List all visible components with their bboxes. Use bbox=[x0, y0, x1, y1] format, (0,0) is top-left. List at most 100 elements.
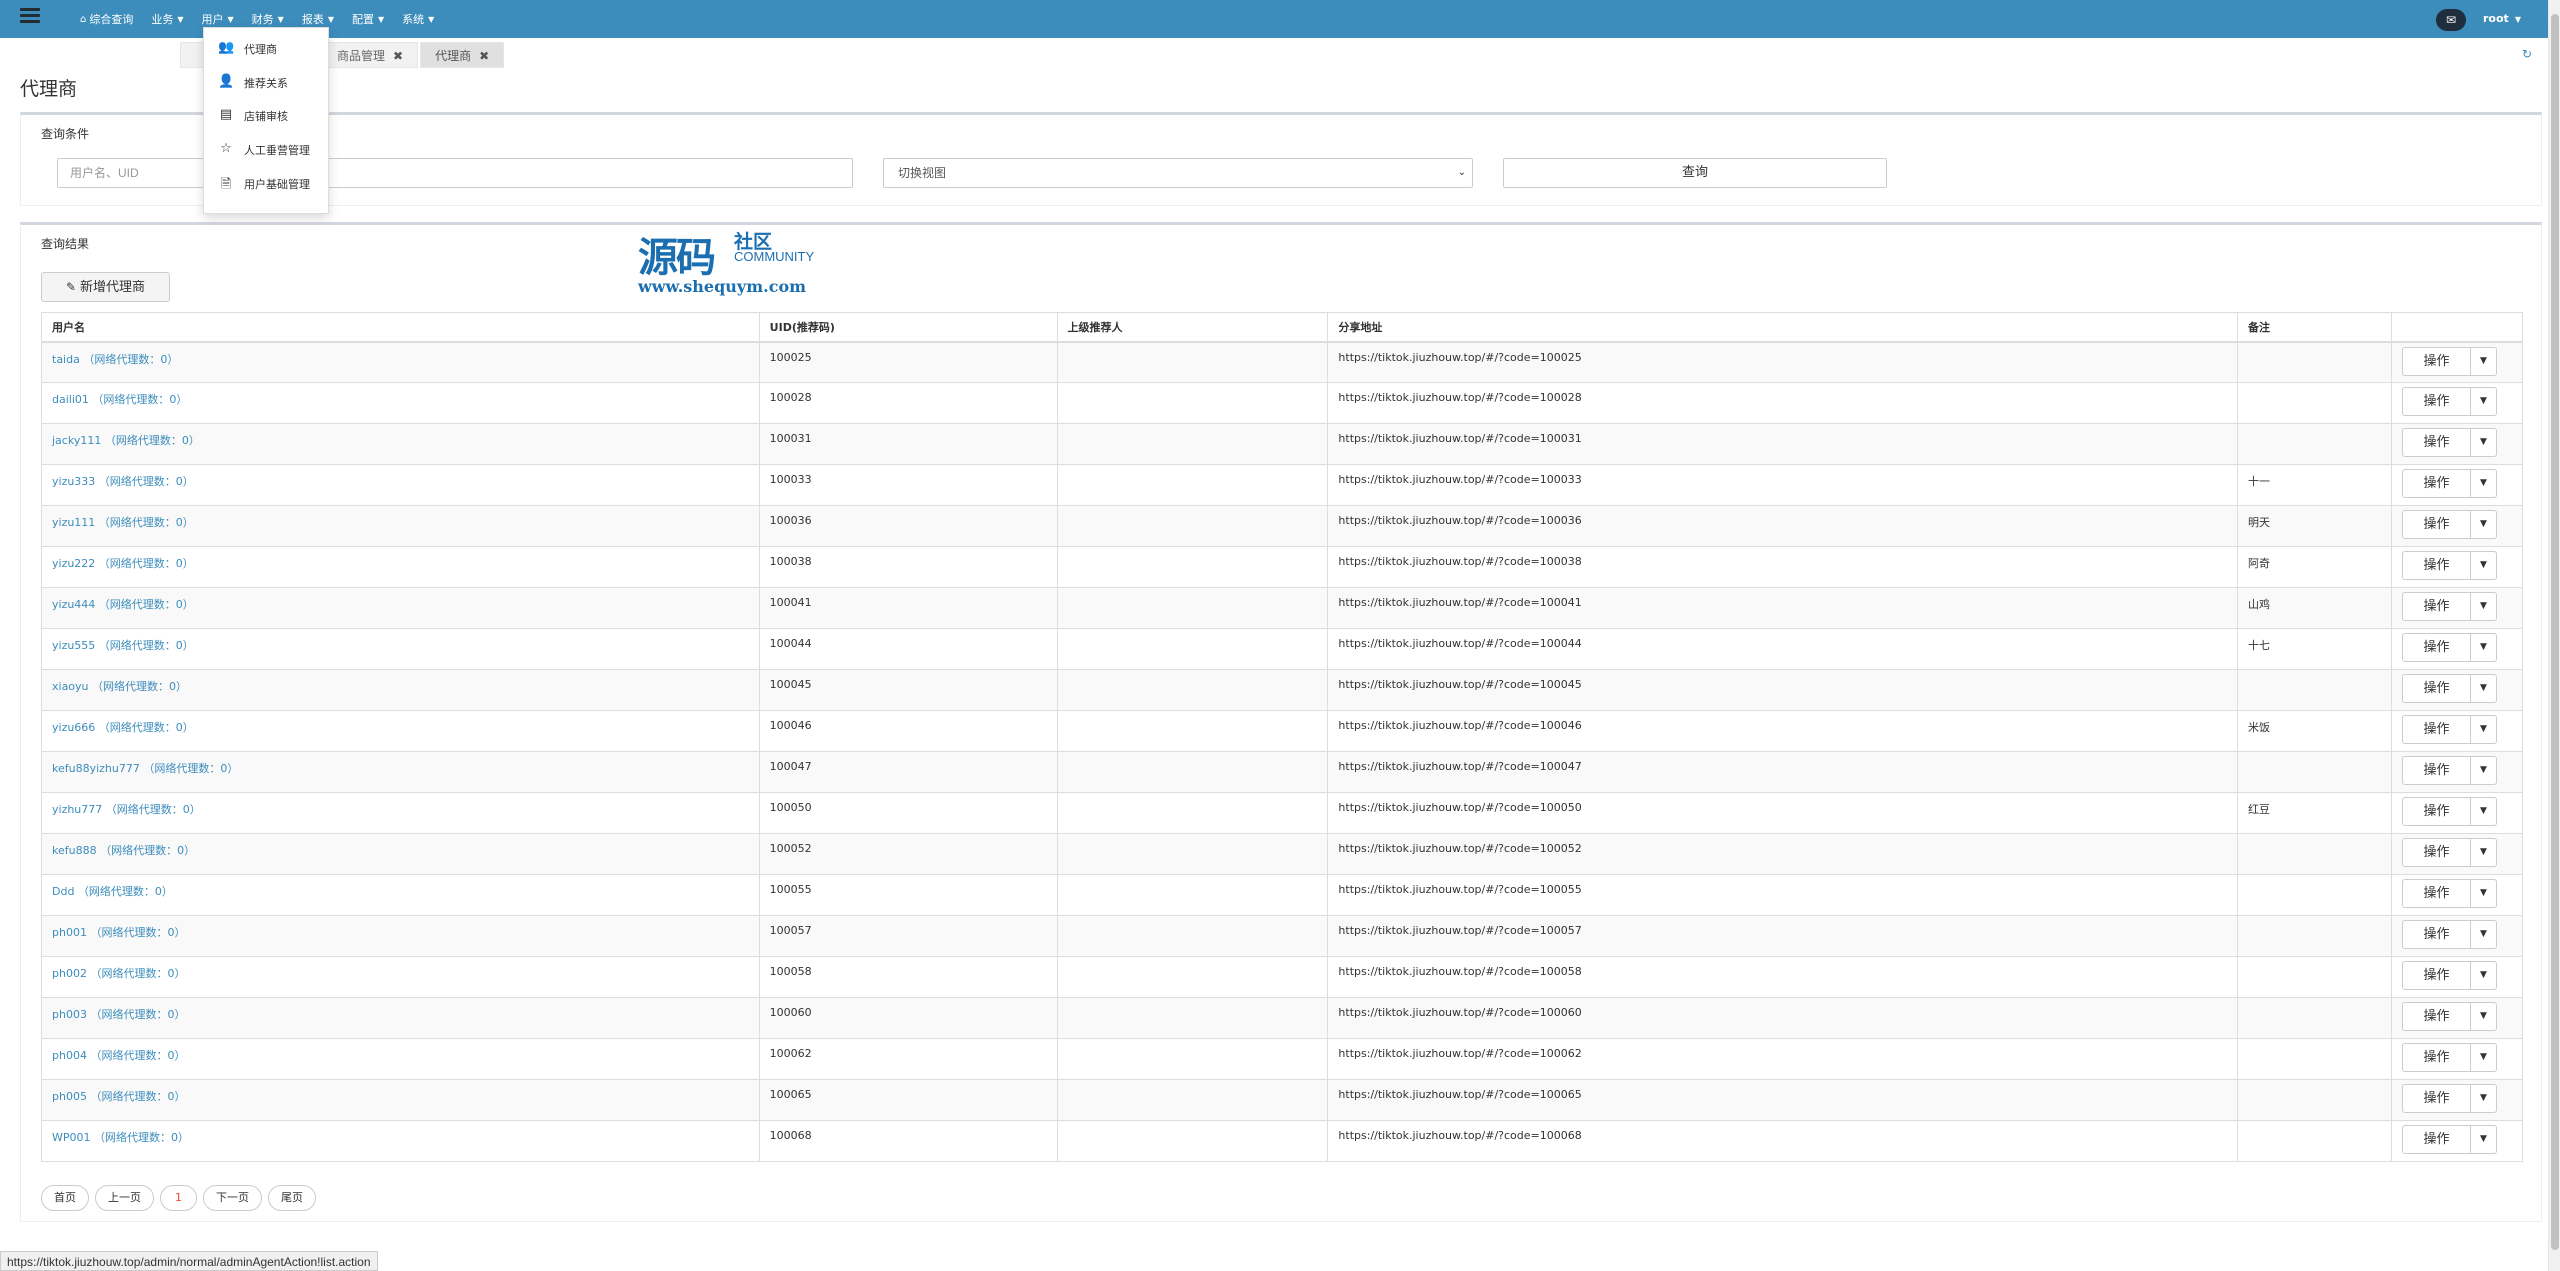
cell-username: yizu111 （网络代理数：0） bbox=[41, 505, 760, 547]
nav-item-finance[interactable]: 财务 ▼ bbox=[252, 11, 284, 27]
action-button[interactable]: 操作 bbox=[2401, 797, 2471, 826]
action-button[interactable]: 操作 bbox=[2401, 1084, 2471, 1113]
username-link[interactable]: ph001 （网络代理数：0） bbox=[52, 926, 185, 939]
username-link[interactable]: yizu666 （网络代理数：0） bbox=[52, 721, 194, 734]
username-link[interactable]: xiaoyu （网络代理数：0） bbox=[52, 680, 187, 693]
sidebar-toggle-icon[interactable] bbox=[20, 8, 40, 24]
username-link[interactable]: yizu111 （网络代理数：0） bbox=[52, 516, 194, 529]
action-button[interactable]: 操作 bbox=[2401, 920, 2471, 949]
tab-product-management[interactable]: 商品管理 ✖ bbox=[322, 42, 419, 68]
caret-down-icon[interactable]: ▼ bbox=[2470, 920, 2497, 949]
menu-item-shop-review[interactable]: ▤ 店铺审核 bbox=[204, 101, 330, 131]
caret-down-icon[interactable]: ▼ bbox=[2470, 1125, 2497, 1154]
caret-down-icon[interactable]: ▼ bbox=[2470, 592, 2497, 621]
caret-down-icon[interactable]: ▼ bbox=[2470, 469, 2497, 498]
nav-item-users[interactable]: 用户 ▼ bbox=[202, 11, 234, 27]
table-row: yizu444 （网络代理数：0） 100041 https://tiktok.ji… bbox=[41, 587, 2524, 629]
username-link[interactable]: yizu555 （网络代理数：0） bbox=[52, 639, 194, 652]
username-link[interactable]: ph005 （网络代理数：0） bbox=[52, 1090, 185, 1103]
prev-page-button[interactable]: 上一页 bbox=[95, 1185, 154, 1211]
nav-item-config[interactable]: 配置 ▼ bbox=[352, 11, 384, 27]
last-page-button[interactable]: 尾页 bbox=[268, 1185, 316, 1211]
caret-down-icon[interactable]: ▼ bbox=[2470, 674, 2497, 703]
tab-agent[interactable]: 代理商 ✖ bbox=[420, 42, 505, 68]
col-note: 备注 bbox=[2237, 312, 2392, 343]
menu-item-agent[interactable]: 👥 代理商 bbox=[204, 34, 330, 64]
username-link[interactable]: Ddd （网络代理数：0） bbox=[52, 885, 173, 898]
caret-down-icon[interactable]: ▼ bbox=[2470, 1002, 2497, 1031]
action-button[interactable]: 操作 bbox=[2401, 1002, 2471, 1031]
username-link[interactable]: WP001 （网络代理数：0） bbox=[52, 1131, 189, 1144]
table-row: yizu333 （网络代理数：0） 100033 https://tiktok.ji… bbox=[41, 464, 2524, 506]
current-page-button[interactable]: 1 bbox=[160, 1185, 197, 1211]
refresh-icon[interactable]: ↻ bbox=[2522, 47, 2532, 61]
username-link[interactable]: taida （网络代理数：0） bbox=[52, 353, 178, 366]
action-button[interactable]: 操作 bbox=[2401, 469, 2471, 498]
caret-down-icon[interactable]: ▼ bbox=[2470, 797, 2497, 826]
username-link[interactable]: yizu333 （网络代理数：0） bbox=[52, 475, 194, 488]
username-link[interactable]: jacky111 （网络代理数：0） bbox=[52, 434, 200, 447]
caret-down-icon[interactable]: ▼ bbox=[2470, 879, 2497, 908]
caret-down-icon[interactable]: ▼ bbox=[2470, 1084, 2497, 1113]
action-button[interactable]: 操作 bbox=[2401, 961, 2471, 990]
nav-item-system[interactable]: 系统 ▼ bbox=[402, 11, 434, 27]
menu-item-user-basic[interactable]: 🗎 用户基础管理 bbox=[204, 169, 330, 199]
caret-down-icon[interactable]: ▼ bbox=[2470, 715, 2497, 744]
query-button[interactable]: 查询 bbox=[1503, 158, 1887, 188]
caret-down-icon[interactable]: ▼ bbox=[2470, 633, 2497, 662]
username-link[interactable]: yizu444 （网络代理数：0） bbox=[52, 598, 194, 611]
action-button[interactable]: 操作 bbox=[2401, 1125, 2471, 1154]
user-menu[interactable]: root ▼ bbox=[2483, 12, 2521, 25]
close-icon[interactable]: ✖ bbox=[479, 49, 489, 63]
nav-item-overview[interactable]: ⌂ 综合查询 bbox=[80, 11, 133, 27]
caret-down-icon[interactable]: ▼ bbox=[2470, 510, 2497, 539]
caret-down-icon[interactable]: ▼ bbox=[2470, 838, 2497, 867]
cell-username: ph003 （网络代理数：0） bbox=[41, 997, 760, 1039]
chat-icon[interactable]: ✉ bbox=[2436, 9, 2466, 31]
search-input[interactable]: 用户名、UID bbox=[57, 158, 853, 188]
username-link[interactable]: ph002 （网络代理数：0） bbox=[52, 967, 185, 980]
username-link[interactable]: daili01 （网络代理数：0） bbox=[52, 393, 187, 406]
username-link[interactable]: ph003 （网络代理数：0） bbox=[52, 1008, 185, 1021]
caret-down-icon[interactable]: ▼ bbox=[2470, 387, 2497, 416]
action-button[interactable]: 操作 bbox=[2401, 838, 2471, 867]
caret-down-icon[interactable]: ▼ bbox=[2470, 346, 2497, 376]
menu-item-manual-ops[interactable]: ☆ 人工垂营管理 bbox=[204, 135, 330, 165]
next-page-button[interactable]: 下一页 bbox=[203, 1185, 262, 1211]
menu-item-referral[interactable]: 👤 推荐关系 bbox=[204, 68, 330, 98]
action-button[interactable]: 操作 bbox=[2401, 592, 2471, 621]
nav-item-business[interactable]: 业务 ▼ bbox=[151, 11, 183, 27]
view-select[interactable]: 切换视图 ⌄ bbox=[883, 158, 1473, 188]
first-page-button[interactable]: 首页 bbox=[41, 1185, 89, 1211]
action-button[interactable]: 操作 bbox=[2401, 510, 2471, 539]
nav-item-reports[interactable]: 报表 ▼ bbox=[302, 11, 334, 27]
action-button[interactable]: 操作 bbox=[2401, 879, 2471, 908]
username-link[interactable]: kefu88yizhu777 （网络代理数：0） bbox=[52, 762, 238, 775]
status-bar-url: https://tiktok.jiuzhouw.top/admin/normal… bbox=[0, 1251, 378, 1271]
scrollbar-thumb[interactable] bbox=[2551, 14, 2559, 1250]
action-button[interactable]: 操作 bbox=[2401, 1043, 2471, 1072]
username-link[interactable]: yizu222 （网络代理数：0） bbox=[52, 557, 194, 570]
action-button[interactable]: 操作 bbox=[2401, 756, 2471, 785]
caret-down-icon[interactable]: ▼ bbox=[2470, 961, 2497, 990]
cell-parent bbox=[1056, 1120, 1329, 1162]
username-link[interactable]: ph004 （网络代理数：0） bbox=[52, 1049, 185, 1062]
action-button[interactable]: 操作 bbox=[2401, 428, 2471, 457]
caret-down-icon[interactable]: ▼ bbox=[2470, 428, 2497, 457]
username-link[interactable]: yizhu777 （网络代理数：0） bbox=[52, 803, 201, 816]
action-button[interactable]: 操作 bbox=[2401, 715, 2471, 744]
action-button[interactable]: 操作 bbox=[2401, 346, 2471, 376]
page-scrollbar[interactable] bbox=[2548, 0, 2560, 1271]
action-button[interactable]: 操作 bbox=[2401, 633, 2471, 662]
caret-down-icon[interactable]: ▼ bbox=[2470, 756, 2497, 785]
action-button[interactable]: 操作 bbox=[2401, 551, 2471, 580]
pagination: 首页 上一页 1 下一页 尾页 bbox=[41, 1185, 322, 1211]
caret-down-icon[interactable]: ▼ bbox=[2470, 551, 2497, 580]
caret-down-icon[interactable]: ▼ bbox=[2470, 1043, 2497, 1072]
username-link[interactable]: kefu888 （网络代理数：0） bbox=[52, 844, 195, 857]
add-agent-button[interactable]: ✎ 新增代理商 bbox=[41, 272, 170, 302]
close-icon[interactable]: ✖ bbox=[393, 49, 403, 63]
action-button[interactable]: 操作 bbox=[2401, 674, 2471, 703]
cell-actions: 操作 ▼ bbox=[2390, 546, 2524, 588]
action-button[interactable]: 操作 bbox=[2401, 387, 2471, 416]
